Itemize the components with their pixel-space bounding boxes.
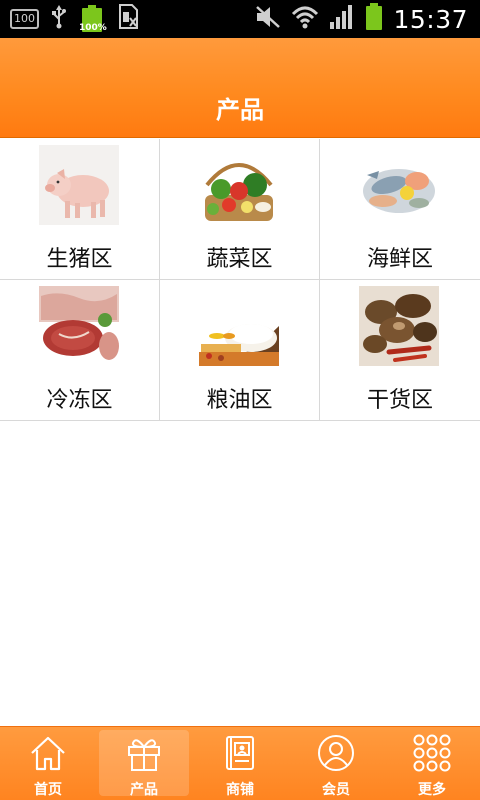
gift-icon xyxy=(128,739,160,771)
category-seafood[interactable]: 海鲜区 xyxy=(320,139,480,280)
battery-percent-text: 100% xyxy=(79,23,107,33)
battery-icon xyxy=(365,3,383,35)
category-label: 海鲜区 xyxy=(366,247,433,272)
page-title: 产品 xyxy=(216,96,264,124)
sim-card-icon xyxy=(117,4,139,34)
category-label: 冷冻区 xyxy=(46,388,113,413)
signal-icon xyxy=(329,4,355,34)
vegetables-photo xyxy=(199,145,279,225)
more-grid-icon xyxy=(413,734,451,772)
category-live-pig[interactable]: 生猪区 xyxy=(0,139,160,280)
category-frozen[interactable]: 冷冻区 xyxy=(0,280,160,421)
nav-label: 会员 xyxy=(322,782,350,798)
category-grain-oil[interactable]: 粮油区 xyxy=(160,280,320,421)
status-bar: 100 100% 15:37 xyxy=(0,0,480,38)
nav-label: 首页 xyxy=(34,782,62,798)
category-vegetables[interactable]: 蔬菜区 xyxy=(160,139,320,280)
product-category-grid: 生猪区 蔬菜区 海鲜区 冷冻区 粮油区 干货区 xyxy=(0,139,480,421)
nav-member[interactable]: 会员 xyxy=(288,727,384,800)
nav-label: 产品 xyxy=(130,782,158,798)
nav-label: 商铺 xyxy=(226,782,254,798)
category-label: 干货区 xyxy=(366,388,433,413)
nav-label: 更多 xyxy=(418,782,446,798)
category-label: 生猪区 xyxy=(46,247,113,272)
wifi-icon xyxy=(291,4,319,34)
seafood-photo xyxy=(359,145,439,225)
grain-oil-photo xyxy=(199,286,279,366)
nav-home[interactable]: 首页 xyxy=(0,727,96,800)
category-dried-goods[interactable]: 干货区 xyxy=(320,280,480,421)
nav-more[interactable]: 更多 xyxy=(384,727,480,800)
frozen-meat-photo xyxy=(39,286,119,366)
dried-goods-photo xyxy=(359,286,439,366)
bottom-navigation: 首页 产品 商铺 会员 更多 xyxy=(0,726,480,800)
usb-icon xyxy=(51,5,67,33)
pig-photo xyxy=(39,145,119,225)
nav-shop[interactable]: 商铺 xyxy=(192,727,288,800)
battery-full-small-icon: 100% xyxy=(79,5,107,33)
app-header: 产品 xyxy=(0,38,480,138)
shop-icon xyxy=(226,736,254,770)
mute-icon xyxy=(255,5,281,33)
clock: 15:37 xyxy=(393,4,468,34)
category-label: 蔬菜区 xyxy=(206,247,273,272)
notification-badge: 100 xyxy=(10,9,39,29)
category-label: 粮油区 xyxy=(206,388,273,413)
member-icon xyxy=(318,735,354,771)
nav-products[interactable]: 产品 xyxy=(96,727,192,800)
home-icon xyxy=(31,736,65,771)
